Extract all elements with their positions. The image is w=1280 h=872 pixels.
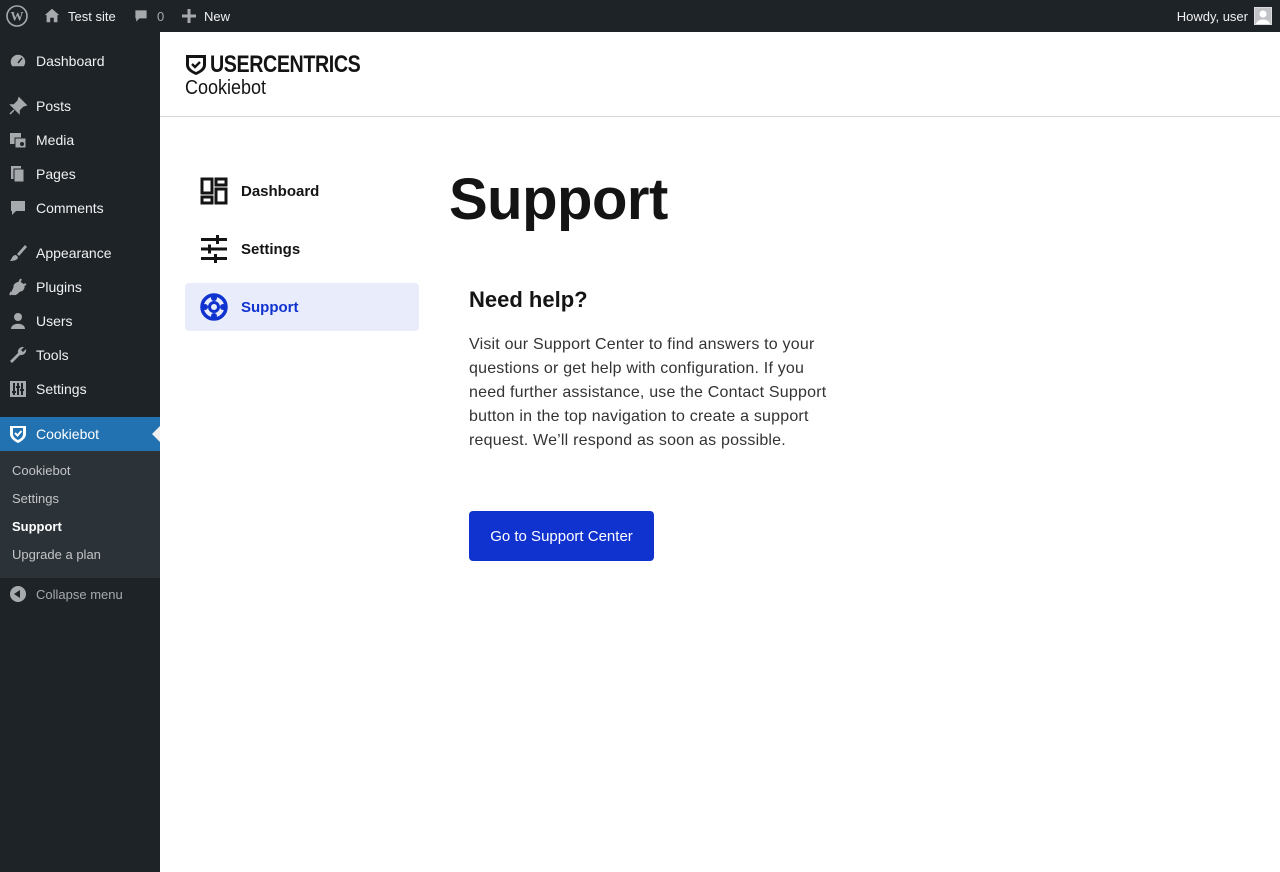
plugin-nav-dashboard[interactable]: Dashboard: [185, 167, 419, 215]
page-title: Support: [449, 167, 668, 232]
submenu-item-support[interactable]: Support: [12, 519, 62, 534]
admin-sidebar: Dashboard Posts Media Pages Comments App…: [0, 32, 160, 872]
logo-product-text: Cookiebot: [185, 77, 267, 99]
sidebar-item-label: Pages: [36, 166, 76, 182]
sidebar-item-label: Users: [36, 313, 73, 329]
sidebar-item-appearance[interactable]: Appearance: [0, 236, 160, 270]
logo-brand-text: USERCENTRICS: [210, 51, 361, 78]
comment-icon: [8, 198, 28, 218]
help-description: Visit our Support Center to find answers…: [469, 336, 827, 449]
sidebar-item-dashboard[interactable]: Dashboard: [0, 44, 160, 78]
shield-check-icon: [8, 424, 28, 444]
sidebar-item-posts[interactable]: Posts: [0, 89, 160, 123]
admin-bar: W Test site 0 New Howdy, user: [0, 0, 1280, 32]
sidebar-item-label: Dashboard: [36, 53, 105, 69]
submenu-item-cookiebot[interactable]: Cookiebot: [12, 463, 71, 478]
sidebar-item-label: Media: [36, 132, 75, 148]
comments-link[interactable]: 0: [133, 0, 164, 32]
media-icon: [8, 130, 28, 150]
sidebar-item-label: Appearance: [36, 245, 112, 261]
collapse-arrow-icon: [10, 586, 26, 602]
collapse-menu-button[interactable]: Collapse menu: [0, 582, 160, 606]
sidebar-item-media[interactable]: Media: [0, 123, 160, 157]
submenu-item-settings[interactable]: Settings: [12, 491, 59, 506]
wrench-icon: [8, 345, 28, 365]
wordpress-logo-icon[interactable]: W: [5, 0, 29, 32]
pages-icon: [8, 164, 28, 184]
plugin-header: USERCENTRICS Cookiebot: [160, 32, 1280, 117]
submenu-item-upgrade[interactable]: Upgrade a plan: [12, 547, 101, 562]
user-icon: [8, 311, 28, 331]
sidebar-item-pages[interactable]: Pages: [0, 157, 160, 191]
cookiebot-submenu: Cookiebot Settings Support Upgrade a pla…: [0, 451, 160, 578]
comments-count: 0: [157, 8, 165, 24]
sidebar-item-users[interactable]: Users: [0, 304, 160, 338]
plugin-nav-settings[interactable]: Settings: [185, 225, 419, 273]
help-heading: Need help?: [469, 287, 588, 312]
sidebar-item-label: Plugins: [36, 279, 82, 295]
howdy-text: Howdy, user: [1176, 8, 1248, 24]
plus-icon: [182, 9, 196, 23]
sidebar-item-tools[interactable]: Tools: [0, 338, 160, 372]
site-name: Test site: [68, 8, 116, 24]
collapse-menu-label: Collapse menu: [36, 586, 123, 602]
go-to-support-center-button[interactable]: Go to Support Center: [469, 511, 654, 561]
new-content-link[interactable]: New: [182, 0, 230, 32]
tune-icon: [200, 235, 228, 263]
lifebuoy-icon: [200, 293, 228, 321]
plugin-nav-label: Support: [241, 298, 299, 316]
plugin-nav-label: Settings: [241, 240, 301, 258]
shield-logo-icon: [186, 55, 206, 75]
site-link[interactable]: Test site: [43, 0, 116, 32]
sidebar-item-label: Cookiebot: [36, 426, 100, 442]
comment-bubble-icon: [135, 10, 147, 22]
new-label: New: [204, 8, 231, 24]
sidebar-item-comments[interactable]: Comments: [0, 191, 160, 225]
plugin-nav-support[interactable]: Support: [185, 283, 419, 331]
account-menu[interactable]: Howdy, user: [1177, 0, 1272, 32]
sidebar-item-label: Settings: [36, 381, 87, 397]
sidebar-item-settings[interactable]: Settings: [0, 372, 160, 406]
plug-icon: [8, 277, 28, 297]
grid-dashboard-icon: [200, 177, 228, 205]
sidebar-item-label: Tools: [36, 347, 69, 363]
brush-icon: [8, 243, 28, 263]
usercentrics-cookiebot-logo: USERCENTRICS Cookiebot: [185, 51, 393, 100]
sliders-icon: [8, 379, 28, 399]
pin-icon: [8, 96, 28, 116]
avatar: [1254, 7, 1272, 25]
home-icon: [44, 8, 60, 23]
sidebar-item-cookiebot[interactable]: Cookiebot: [0, 417, 160, 451]
sidebar-item-label: Comments: [36, 200, 104, 216]
svg-text:W: W: [11, 9, 24, 24]
sidebar-item-label: Posts: [36, 98, 72, 114]
plugin-nav-label: Dashboard: [241, 182, 320, 200]
dashboard-icon: [8, 51, 28, 71]
sidebar-item-plugins[interactable]: Plugins: [0, 270, 160, 304]
